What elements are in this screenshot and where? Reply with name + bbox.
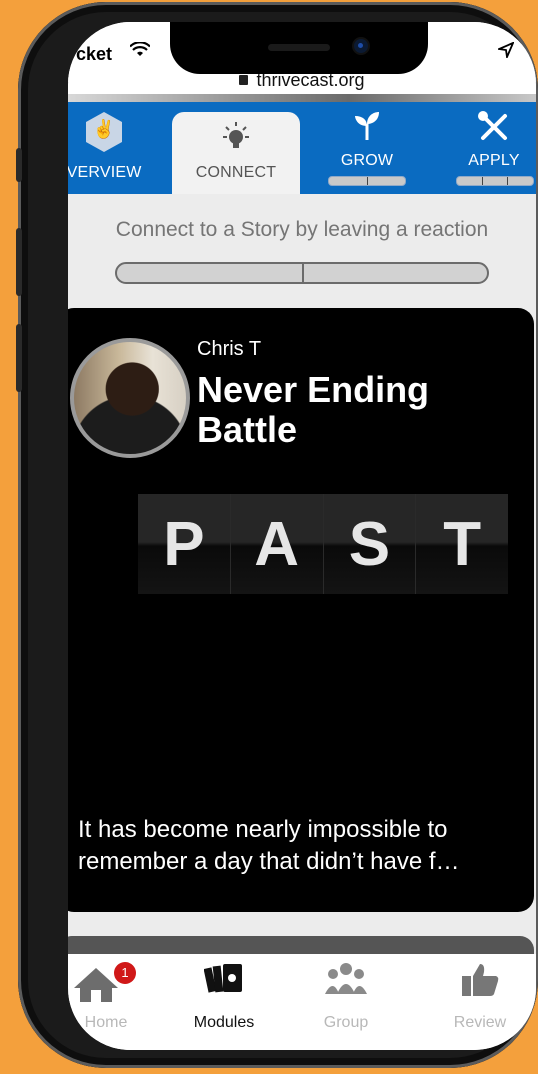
mute-switch [16,148,22,182]
image-letter-tile: T [416,494,508,594]
tab-label: APPLY [468,152,520,169]
nav-label: Modules [193,1014,255,1031]
sprout-icon [314,110,420,147]
camera [354,39,368,53]
avatar [70,338,190,458]
volume-up-button [16,228,22,296]
connect-prompt: Connect to a Story by leaving a reaction [115,218,489,241]
tools-icon [444,110,536,149]
group-icon [286,962,406,1002]
story-card[interactable]: Chris T Never Ending Battle P A S T It h… [68,308,534,912]
nav-label: Home [84,1014,128,1031]
grow-progress-bar [328,176,406,186]
bottom-nav: 1 Home Modules Group Review [68,954,536,1050]
apply-progress-bar [456,176,534,186]
notification-badge: 1 [114,962,136,984]
tab-label: CONNECT [195,164,277,181]
nav-home[interactable]: 1 Home [68,954,166,1050]
tab-label: GROW [340,152,394,169]
nav-label: Review [453,1014,507,1031]
volume-down-button [16,324,22,392]
notch [170,22,428,74]
carrier-label: cket [76,44,113,64]
tab-overview[interactable]: OVERVIEW [68,102,168,194]
wifi-icon [129,41,151,63]
lock-icon [239,75,249,85]
speaker [268,44,330,51]
reaction-progress-bar [115,262,489,284]
phone-screen: cket thrivecast.org OVERVIEW [68,22,536,1050]
image-letter-tile: A [230,494,324,594]
cards-icon [164,962,284,1002]
tab-grow[interactable]: GROW [314,102,420,194]
tab-label: OVERVIEW [68,164,142,181]
story-author: Chris T [197,338,262,360]
image-letter-tile: S [323,494,417,594]
location-arrow-icon [495,41,515,63]
phone-frame: cket thrivecast.org OVERVIEW [16,2,538,1068]
nav-label: Group [323,1014,369,1031]
nav-group[interactable]: Group [286,954,406,1050]
story-excerpt: It has become nearly impossible to remem… [78,816,460,875]
story-title: Never Ending Battle [197,369,430,450]
tab-connect[interactable]: CONNECT [172,112,300,194]
hands-icon [86,112,122,152]
nav-review[interactable]: Review [420,954,536,1050]
image-letter-tile: P [138,494,231,594]
tab-apply[interactable]: APPLY [444,102,536,194]
module-tab-bar: OVERVIEW CONNECT GROW [68,102,536,194]
home-icon [74,968,118,1002]
thumbs-up-icon [420,962,536,1002]
nav-modules[interactable]: Modules [164,954,284,1050]
lightbulb-icon [172,120,300,161]
story-image: P A S T [138,494,508,594]
